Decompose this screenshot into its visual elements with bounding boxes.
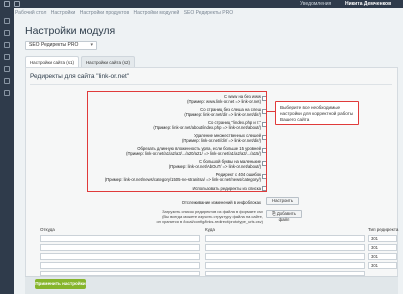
- tab-site-s2[interactable]: Настройки сайта (s2): [81, 56, 135, 67]
- shop-icon[interactable]: [4, 42, 10, 48]
- breadcrumb-item[interactable]: Настройки: [51, 10, 76, 16]
- apply-settings-button[interactable]: Применить настройки: [35, 279, 86, 289]
- breadcrumb-item[interactable]: Настройки модулей: [134, 10, 180, 16]
- column-header-to: Куда: [205, 227, 215, 232]
- page-title: Настройки модуля: [25, 25, 116, 37]
- callout-arrow: [266, 111, 275, 112]
- sidebar: [0, 8, 14, 294]
- callout-hint: Выберите все необходимые настройки для к…: [275, 101, 359, 125]
- highlight-box: [87, 91, 267, 192]
- user-name[interactable]: Никита Демченков: [345, 1, 391, 8]
- desktop-icon[interactable]: [4, 18, 10, 24]
- redirect-type-select[interactable]: 301: [368, 262, 397, 269]
- module-select[interactable]: SEO Редиректы PRO ▾: [25, 41, 97, 50]
- breadcrumb-item[interactable]: Настройки продуктов: [80, 10, 129, 16]
- configure-button[interactable]: Настроить: [266, 197, 299, 205]
- redirect-from-input[interactable]: [40, 235, 200, 242]
- breadcrumb-item: SEO Редиректы PRO: [183, 10, 234, 16]
- add-file-button[interactable]: ⎘ Добавить файл: [266, 210, 302, 222]
- breadcrumb: Рабочий стол Настройки Настройки продукт…: [15, 8, 236, 18]
- analytics-icon[interactable]: [4, 78, 10, 84]
- redirect-to-input[interactable]: [205, 244, 365, 251]
- redirect-from-input[interactable]: [40, 244, 200, 251]
- column-header-from: Откуда: [40, 227, 55, 232]
- column-header-type: Тип редиректа: [368, 227, 399, 232]
- top-bar: Уведомления Никита Демченков: [0, 0, 403, 8]
- redirect-type-select[interactable]: 301: [368, 253, 397, 260]
- breadcrumb-item[interactable]: Рабочий стол: [15, 10, 46, 16]
- redirect-to-input[interactable]: [205, 253, 365, 260]
- redirect-from-input[interactable]: [40, 262, 200, 269]
- notifications-link[interactable]: Уведомления: [300, 1, 331, 8]
- redirect-type-select[interactable]: 301: [368, 244, 397, 251]
- marketing-icon[interactable]: [4, 66, 10, 72]
- redirect-to-input[interactable]: [205, 262, 365, 269]
- redirect-type-select[interactable]: 301: [368, 235, 397, 242]
- services-icon[interactable]: [4, 54, 10, 60]
- divider: [30, 84, 392, 85]
- module-select-value: SEO Редиректы PRO: [29, 42, 79, 48]
- menu-icon[interactable]: [4, 1, 10, 7]
- tab-site-s1[interactable]: Настройки сайта (s1): [25, 56, 79, 67]
- settings-icon[interactable]: [4, 90, 10, 96]
- redirect-from-input[interactable]: [40, 253, 200, 260]
- content-icon[interactable]: [4, 30, 10, 36]
- redirect-to-input[interactable]: [205, 235, 365, 242]
- home-icon[interactable]: [14, 1, 20, 7]
- tracking-label: Отслеживание изменений в инфоблоках: [181, 200, 261, 205]
- import-description: Загрузить список редиректов из файла в ф…: [156, 209, 263, 224]
- section-title: Редиректы для сайта "link-or.net": [30, 73, 130, 80]
- chevron-down-icon: ▾: [90, 42, 93, 48]
